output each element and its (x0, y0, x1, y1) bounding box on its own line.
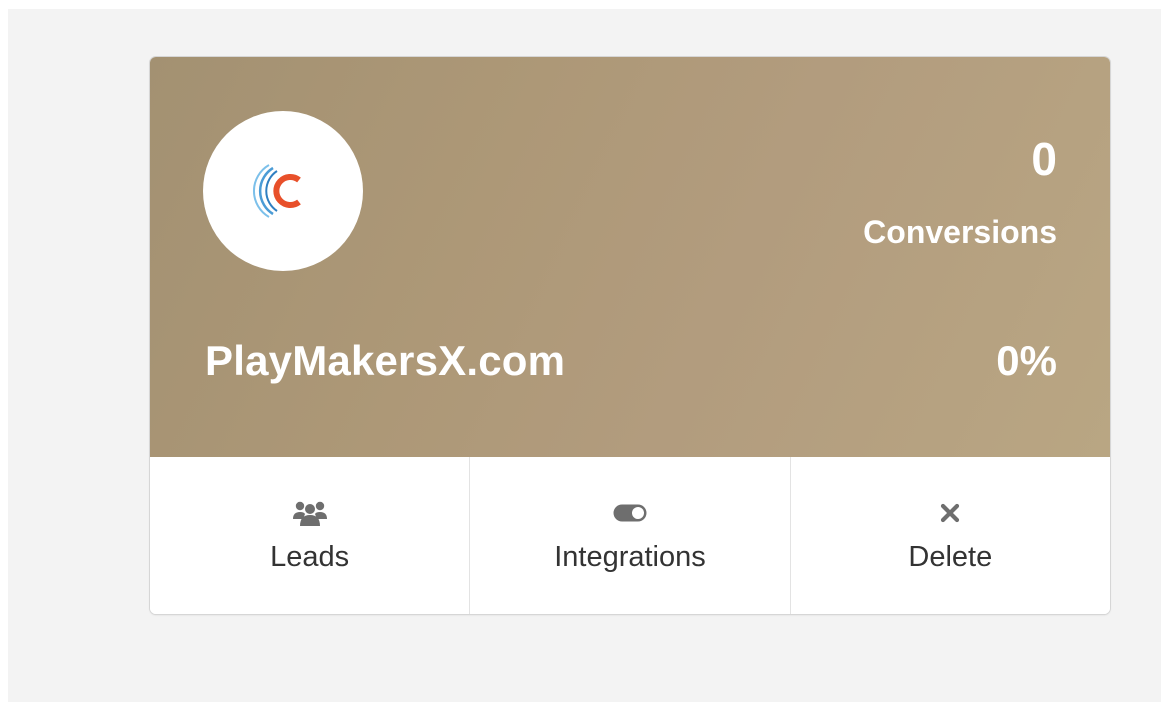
delete-label: Delete (908, 541, 993, 573)
leads-button[interactable]: Leads (150, 457, 471, 614)
conversions-label: Conversions (863, 214, 1057, 250)
card-actions: Leads Integrations Delete (150, 457, 1110, 614)
brand-c-logo-icon (252, 164, 301, 218)
users-icon (150, 499, 469, 527)
site-name: PlayMakersX.com (205, 337, 566, 384)
integrations-label: Integrations (554, 541, 706, 573)
close-icon (791, 499, 1110, 527)
conversions-count: 0 (1031, 133, 1057, 185)
toggle-icon (470, 499, 789, 527)
delete-button[interactable]: Delete (791, 457, 1110, 614)
integrations-button[interactable]: Integrations (470, 457, 791, 614)
leads-label: Leads (270, 541, 350, 573)
card-header: PlayMakersX.com 0 Conversions 0% (150, 57, 1110, 457)
site-logo (203, 111, 363, 271)
conversion-rate: 0% (996, 337, 1057, 384)
site-card: PlayMakersX.com 0 Conversions 0% Leads I… (150, 57, 1110, 614)
